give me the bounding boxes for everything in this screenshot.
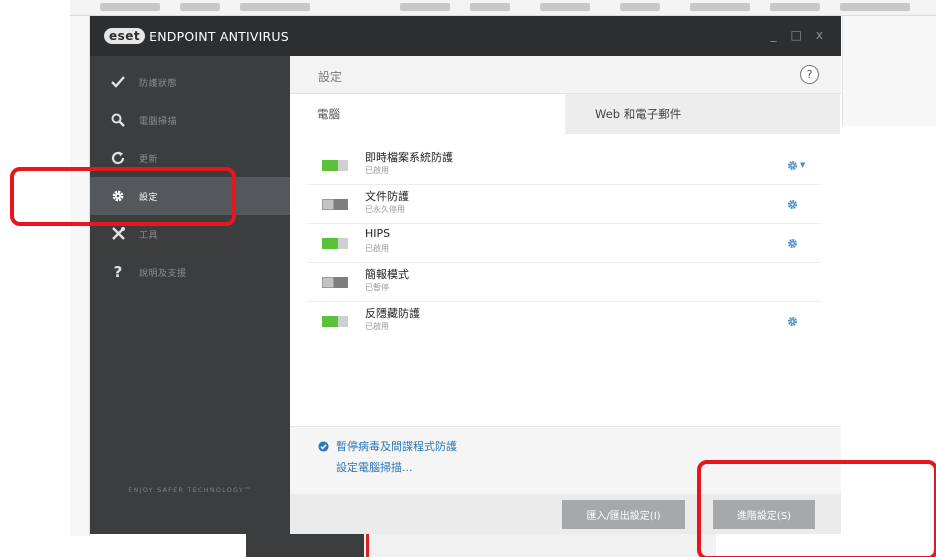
gear-icon <box>787 160 798 170</box>
refresh-icon <box>107 151 129 165</box>
background-app-strip <box>246 534 716 557</box>
presentation-mode-toggle[interactable] <box>322 277 348 288</box>
minimize-button[interactable]: _ <box>771 28 777 42</box>
feature-status: 已啟用 <box>365 166 389 175</box>
feature-status: 已永久停用 <box>365 205 405 214</box>
tab-computer[interactable]: 電腦 <box>290 94 565 134</box>
import-export-button[interactable]: 匯入/匯出設定(I) <box>562 500 685 529</box>
feature-row-anti-stealth: 反隱藏防護 已啟用 <box>307 302 821 341</box>
gear-icon <box>107 189 129 203</box>
gear-icon[interactable] <box>787 236 801 250</box>
sidebar-item-protection-status[interactable]: 防護狀態 <box>90 63 290 101</box>
tagline: ENJOY SAFER TECHNOLOGY™ <box>128 486 252 494</box>
sidebar-item-computer-scan[interactable]: 電腦掃描 <box>90 101 290 139</box>
main-footer: 暫停病毒及間諜程式防護 設定電腦掃描... <box>290 426 841 494</box>
shield-icon <box>318 440 329 452</box>
title-bar: eset ENDPOINT ANTIVIRUS _ □ x <box>90 16 841 56</box>
sidebar-item-help-support[interactable]: ? 說明及支援 <box>90 253 290 291</box>
main-panel: 設定 ? 電腦 Web 和電子郵件 即時檔案系統防護 已啟用 ▼ 文件防護 已永… <box>290 56 841 534</box>
search-icon <box>107 113 129 127</box>
tab-bar: 電腦 Web 和電子郵件 <box>290 94 841 134</box>
main-header: 設定 ? <box>290 56 841 94</box>
feature-status: 已啟用 <box>365 244 389 253</box>
screenshot-stage: eset ENDPOINT ANTIVIRUS _ □ x 防護狀態 電腦掃描 <box>0 0 936 557</box>
eset-window: eset ENDPOINT ANTIVIRUS _ □ x 防護狀態 電腦掃描 <box>90 16 841 534</box>
background-app-margin-left <box>70 16 90 536</box>
page-title: 設定 <box>318 70 343 84</box>
tools-icon <box>107 227 129 241</box>
tab-label: Web 和電子郵件 <box>595 107 682 121</box>
sidebar-item-setup[interactable]: 設定 <box>90 177 290 215</box>
sidebar-item-label: 工具 <box>139 230 159 241</box>
feature-name: 文件防護 <box>365 190 409 203</box>
pause-protection-link[interactable]: 暫停病毒及間諜程式防護 <box>318 438 457 454</box>
chevron-down-icon: ▼ <box>800 161 806 169</box>
maximize-button[interactable]: □ <box>791 28 802 42</box>
sidebar-item-tools[interactable]: 工具 <box>90 215 290 253</box>
feature-row-realtime-protection: 即時檔案系統防護 已啟用 ▼ <box>307 146 821 185</box>
realtime-protection-toggle[interactable] <box>322 160 348 171</box>
close-button[interactable]: x <box>816 28 823 42</box>
feature-row-presentation-mode: 簡報模式 已暫停 <box>307 263 821 302</box>
tab-label: 電腦 <box>317 106 340 121</box>
sidebar-item-label: 設定 <box>139 192 159 203</box>
button-bar: 匯入/匯出設定(I) 進階設定(S) <box>290 494 841 534</box>
gear-icon[interactable] <box>787 197 801 211</box>
tab-web-email[interactable]: Web 和電子郵件 <box>565 94 840 134</box>
sidebar-item-label: 電腦掃描 <box>139 116 178 127</box>
sidebar-item-label: 說明及支援 <box>139 268 187 279</box>
product-name: ENDPOINT ANTIVIRUS <box>149 28 289 44</box>
sidebar-item-update[interactable]: 更新 <box>90 139 290 177</box>
feature-status: 已暫停 <box>365 283 389 292</box>
gear-icon[interactable] <box>787 314 801 328</box>
check-icon <box>107 76 129 88</box>
feature-name: HIPS <box>365 227 391 240</box>
setup-scan-link[interactable]: 設定電腦掃描... <box>336 459 413 475</box>
feature-status: 已啟用 <box>365 322 389 331</box>
hips-toggle[interactable] <box>322 238 348 249</box>
sidebar: 防護狀態 電腦掃描 更新 設定 工具 ? 說明及支援 ENJOY SAFER T… <box>90 56 290 534</box>
help-button[interactable]: ? <box>800 65 819 84</box>
feature-row-hips: HIPS 已啟用 <box>307 224 821 263</box>
gear-dropdown-button[interactable]: ▼ <box>787 158 811 172</box>
document-protection-toggle[interactable] <box>322 199 348 210</box>
anti-stealth-toggle[interactable] <box>322 316 348 327</box>
sidebar-item-label: 更新 <box>139 154 159 165</box>
brand-badge: eset <box>104 28 146 44</box>
background-app-margin-right <box>842 16 936 126</box>
feature-name: 反隱藏防護 <box>365 307 420 320</box>
window-controls: _ □ x <box>771 28 823 42</box>
feature-name: 即時檔案系統防護 <box>365 151 453 164</box>
feature-name: 簡報模式 <box>365 268 409 281</box>
background-app-toolbar <box>70 0 936 16</box>
question-icon: ? <box>113 263 123 281</box>
sidebar-item-label: 防護狀態 <box>139 78 178 89</box>
advanced-setup-button[interactable]: 進階設定(S) <box>713 500 815 529</box>
link-label: 暫停病毒及間諜程式防護 <box>336 440 457 453</box>
feature-row-document-protection: 文件防護 已永久停用 <box>307 185 821 224</box>
feature-list: 即時檔案系統防護 已啟用 ▼ 文件防護 已永久停用 HIPS 已啟用 簡報模式 … <box>290 146 841 341</box>
eset-logo: eset ENDPOINT ANTIVIRUS <box>104 28 289 44</box>
